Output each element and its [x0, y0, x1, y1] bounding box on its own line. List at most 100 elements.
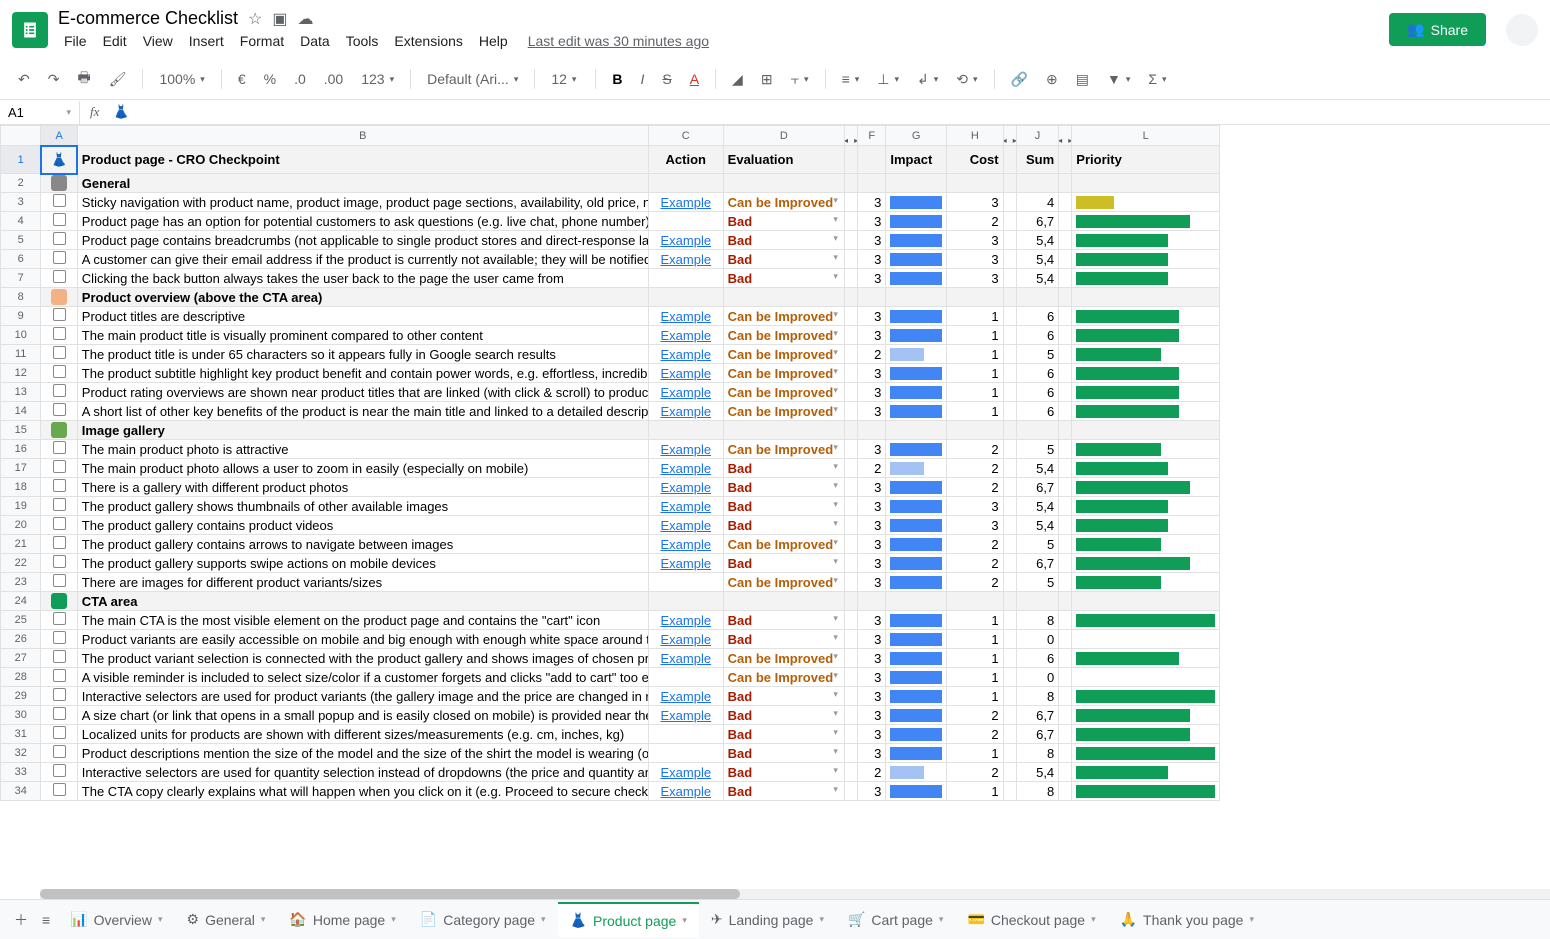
menu-view[interactable]: View [137, 31, 179, 51]
cell[interactable] [858, 174, 886, 193]
cost-value[interactable]: 3 [947, 269, 1004, 288]
functions-icon[interactable]: Σ [1142, 67, 1172, 91]
row-header[interactable]: 32 [1, 744, 41, 763]
example-link[interactable]: Example [648, 554, 723, 573]
percent-icon[interactable]: % [258, 67, 282, 91]
cell[interactable] [858, 146, 886, 174]
cell[interactable] [648, 592, 723, 611]
checkbox[interactable] [41, 516, 77, 535]
impact-value[interactable]: 2 [858, 345, 886, 364]
cell[interactable] [1003, 573, 1016, 592]
checkpoint-text[interactable]: The product gallery contains product vid… [77, 516, 648, 535]
checkbox[interactable] [41, 250, 77, 269]
impact-value[interactable]: 3 [858, 668, 886, 687]
section-icon[interactable] [41, 288, 77, 307]
checkbox[interactable] [41, 706, 77, 725]
row-header[interactable]: 28 [1, 668, 41, 687]
impact-value[interactable]: 3 [858, 725, 886, 744]
cell[interactable] [1016, 174, 1058, 193]
impact-value[interactable]: 3 [858, 554, 886, 573]
cell[interactable] [1003, 383, 1016, 402]
impact-value[interactable]: 3 [858, 516, 886, 535]
impact-value[interactable]: 3 [858, 497, 886, 516]
cell[interactable] [1003, 630, 1016, 649]
cell[interactable] [1003, 611, 1016, 630]
example-link[interactable]: Example [648, 364, 723, 383]
cell[interactable] [844, 288, 857, 307]
cell[interactable] [1003, 174, 1016, 193]
cell[interactable] [844, 269, 857, 288]
cell[interactable] [886, 288, 947, 307]
cell[interactable] [844, 459, 857, 478]
col-header-H[interactable]: H [947, 126, 1004, 146]
col-header-L[interactable]: L [1072, 126, 1220, 146]
title-icon[interactable]: 👗 [41, 146, 77, 174]
cell[interactable] [844, 554, 857, 573]
col-header-G[interactable]: G [886, 126, 947, 146]
cell[interactable] [1003, 231, 1016, 250]
evaluation-cell[interactable]: Bad▾ [723, 554, 844, 573]
row-header[interactable]: 4 [1, 212, 41, 231]
checkpoint-text[interactable]: The main product photo allows a user to … [77, 459, 648, 478]
row-header[interactable]: 25 [1, 611, 41, 630]
cell[interactable] [1059, 782, 1072, 801]
cell[interactable] [886, 421, 947, 440]
cell[interactable] [886, 174, 947, 193]
cost-value[interactable]: 3 [947, 516, 1004, 535]
cell[interactable] [1003, 269, 1016, 288]
example-link[interactable] [648, 269, 723, 288]
comment-icon[interactable]: ⊕ [1040, 67, 1064, 92]
cell[interactable] [844, 744, 857, 763]
impact-value[interactable]: 3 [858, 630, 886, 649]
name-box[interactable]: A1▾ [0, 101, 80, 124]
impact-value[interactable]: 3 [858, 364, 886, 383]
menu-edit[interactable]: Edit [97, 31, 133, 51]
zoom-select[interactable]: 100% [153, 67, 210, 91]
example-link[interactable]: Example [648, 706, 723, 725]
row-header[interactable]: 8 [1, 288, 41, 307]
cell[interactable] [1059, 630, 1072, 649]
example-link[interactable]: Example [648, 383, 723, 402]
cell[interactable] [1003, 307, 1016, 326]
section-label[interactable]: Product overview (above the CTA area) [77, 288, 648, 307]
cell[interactable] [844, 630, 857, 649]
impact-value[interactable]: 3 [858, 687, 886, 706]
cell[interactable] [1003, 421, 1016, 440]
sum-value[interactable]: 4 [1016, 193, 1058, 212]
example-link[interactable]: Example [648, 611, 723, 630]
row-header[interactable]: 3 [1, 193, 41, 212]
cell[interactable] [1003, 763, 1016, 782]
impact-value[interactable]: 3 [858, 440, 886, 459]
checkpoint-text[interactable]: The main product title is visually promi… [77, 326, 648, 345]
example-link[interactable]: Example [648, 307, 723, 326]
doc-title[interactable]: E-commerce Checklist [58, 8, 238, 29]
cell[interactable] [1003, 402, 1016, 421]
cost-value[interactable]: 2 [947, 535, 1004, 554]
impact-value[interactable]: 3 [858, 212, 886, 231]
example-link[interactable]: Example [648, 516, 723, 535]
sum-value[interactable]: 0 [1016, 668, 1058, 687]
chevron-down-icon[interactable]: ▾ [1249, 914, 1254, 925]
font-select[interactable]: Default (Ari... [421, 67, 524, 91]
checkbox[interactable] [41, 554, 77, 573]
sum-value[interactable]: 6 [1016, 364, 1058, 383]
cell[interactable] [886, 592, 947, 611]
example-link[interactable]: Example [648, 440, 723, 459]
cost-value[interactable]: 1 [947, 630, 1004, 649]
row-header[interactable]: 12 [1, 364, 41, 383]
chevron-down-icon[interactable]: ▾ [939, 914, 944, 925]
example-link[interactable]: Example [648, 649, 723, 668]
example-link[interactable]: Example [648, 782, 723, 801]
cost-value[interactable]: 1 [947, 687, 1004, 706]
cell[interactable] [844, 782, 857, 801]
cost-value[interactable]: 1 [947, 307, 1004, 326]
cell[interactable] [1003, 592, 1016, 611]
col-header-F[interactable]: F [858, 126, 886, 146]
example-link[interactable]: Example [648, 402, 723, 421]
row-header[interactable]: 2 [1, 174, 41, 193]
row-header[interactable]: 29 [1, 687, 41, 706]
evaluation-cell[interactable]: Bad▾ [723, 744, 844, 763]
sheet-tab-home-page[interactable]: 🏠Home page▾ [277, 902, 407, 937]
evaluation-cell[interactable]: Bad▾ [723, 497, 844, 516]
chevron-down-icon[interactable]: ▾ [261, 914, 266, 925]
